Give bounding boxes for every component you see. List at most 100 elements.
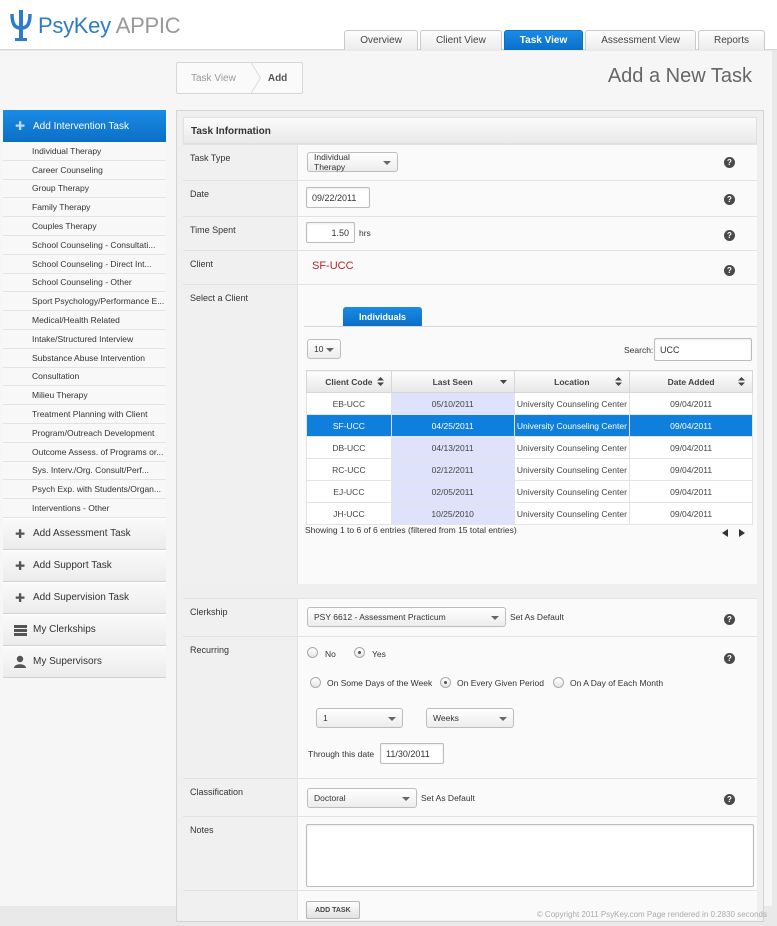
row-recurring: Recurring No Yes ? On Some Days of the W… bbox=[183, 636, 757, 778]
tab-individuals[interactable]: Individuals bbox=[343, 307, 422, 326]
row-task-type: Task Type Individual Therapy ? bbox=[183, 144, 757, 180]
sidebar: ✚ Add Intervention Task Individual Thera… bbox=[3, 110, 166, 678]
help-icon[interactable]: ? bbox=[724, 230, 735, 241]
sidebar-subitem[interactable]: Sport Psychology/Performance E... bbox=[3, 292, 166, 312]
sidebar-subitem[interactable]: Medical/Health Related bbox=[3, 311, 166, 330]
table-row[interactable]: DB-UCC 04/13/2011 University Counseling … bbox=[306, 436, 753, 459]
recurring-no-label: No bbox=[325, 649, 336, 659]
sidebar-item-my-supervisors[interactable]: My Supervisors bbox=[3, 645, 166, 678]
prev-page-icon[interactable] bbox=[722, 529, 728, 537]
cell-location: University Counseling Center bbox=[513, 502, 631, 525]
sidebar-subitem[interactable]: Outcome Assess. of Programs or... bbox=[3, 442, 166, 462]
clerkship-set-default-link[interactable]: Set As Default bbox=[510, 612, 564, 622]
sidebar-subitem[interactable]: Group Therapy bbox=[3, 179, 166, 199]
sort-desc-icon bbox=[499, 380, 507, 384]
sidebar-item-my-clerkships[interactable]: My Clerkships bbox=[3, 613, 166, 646]
sidebar-subitem[interactable]: Milieu Therapy bbox=[3, 386, 166, 406]
help-icon[interactable]: ? bbox=[724, 265, 735, 276]
row-select-client: Select a Client Individuals 10 Search: U… bbox=[183, 284, 757, 584]
cell-client-code: EJ-UCC bbox=[306, 480, 392, 503]
sidebar-item-label: Add Supervision Task bbox=[33, 592, 129, 604]
clerkship-select[interactable]: PSY 6612 - Assessment Practicum bbox=[307, 607, 506, 627]
cell-location: University Counseling Center bbox=[513, 480, 631, 503]
table-row[interactable]: RC-UCC 02/12/2011 University Counseling … bbox=[306, 458, 753, 481]
sidebar-subitem[interactable]: Psych Exp. with Students/Organ... bbox=[3, 480, 166, 500]
sidebar-subitem[interactable]: Sys. Interv./Org. Consult/Perf... bbox=[3, 461, 166, 481]
notes-textarea[interactable] bbox=[306, 824, 754, 887]
task-type-select[interactable]: Individual Therapy bbox=[307, 152, 398, 172]
tab-overview[interactable]: Overview bbox=[344, 30, 418, 50]
client-value: SF-UCC bbox=[312, 260, 354, 272]
recurring-yes-radio[interactable] bbox=[354, 647, 365, 658]
col-location[interactable]: Location bbox=[513, 370, 631, 393]
stack-icon bbox=[13, 623, 27, 637]
date-input[interactable]: 09/22/2011 bbox=[306, 187, 370, 208]
sort-both-icon bbox=[376, 377, 384, 386]
sidebar-subitem[interactable]: Family Therapy bbox=[3, 198, 166, 218]
cell-last-seen: 10/25/2010 bbox=[390, 502, 515, 525]
page-size-select[interactable]: 10 bbox=[307, 339, 341, 359]
sidebar-subitem[interactable]: Treatment Planning with Client bbox=[3, 405, 166, 424]
sidebar-subitem[interactable]: Career Counseling bbox=[3, 160, 166, 180]
plus-icon: ✚ bbox=[14, 590, 26, 605]
help-icon[interactable]: ? bbox=[724, 614, 735, 625]
tab-task-view[interactable]: Task View bbox=[503, 30, 584, 50]
opt-every-period-radio[interactable] bbox=[440, 677, 451, 688]
cell-client-code: RC-UCC bbox=[306, 458, 392, 481]
sidebar-item-label: Add Intervention Task bbox=[33, 120, 129, 132]
tab-assessment-view[interactable]: Assessment View bbox=[585, 30, 696, 50]
sort-both-icon bbox=[615, 377, 623, 386]
classification-set-default-link[interactable]: Set As Default bbox=[421, 793, 475, 803]
help-icon[interactable]: ? bbox=[724, 653, 735, 664]
sidebar-item-add-supervision-task[interactable]: ✚ Add Supervision Task bbox=[3, 581, 166, 614]
table-info: Showing 1 to 6 of 6 entries (filtered fr… bbox=[305, 525, 517, 535]
through-date-input[interactable]: 11/30/2011 bbox=[380, 743, 444, 764]
row-classification: Classification Doctoral Set As Default ? bbox=[183, 778, 757, 816]
col-last-seen[interactable]: Last Seen bbox=[390, 370, 515, 393]
sidebar-subitem[interactable]: Intake/Structured Interview bbox=[3, 329, 166, 349]
help-icon[interactable]: ? bbox=[724, 194, 735, 205]
sidebar-subitem[interactable]: School Counseling - Other bbox=[3, 273, 166, 293]
help-icon[interactable]: ? bbox=[724, 794, 735, 805]
footer-copyright: © Copyright 2011 PsyKey.com Page rendere… bbox=[536, 910, 767, 919]
time-spent-label: Time Spent bbox=[183, 217, 298, 250]
sidebar-subitem[interactable]: Program/Outreach Development bbox=[3, 423, 166, 443]
sidebar-item-add-intervention-task[interactable]: ✚ Add Intervention Task bbox=[3, 110, 166, 142]
breadcrumb-current: Add bbox=[267, 72, 288, 84]
opt-some-days-radio[interactable] bbox=[310, 677, 321, 688]
tab-reports[interactable]: Reports bbox=[697, 30, 765, 50]
sidebar-item-label: Add Assessment Task bbox=[33, 528, 131, 540]
search-input[interactable]: UCC bbox=[654, 338, 752, 361]
help-icon[interactable]: ? bbox=[724, 157, 735, 168]
form-title: Task Information bbox=[183, 117, 757, 144]
sidebar-subitem[interactable]: School Counseling - Direct Int... bbox=[3, 254, 166, 274]
sidebar-subitem[interactable]: Couples Therapy bbox=[3, 217, 166, 236]
add-task-button[interactable]: ADD TASK bbox=[306, 901, 360, 919]
tab-client-view[interactable]: Client View bbox=[419, 30, 502, 50]
classification-select[interactable]: Doctoral bbox=[307, 788, 417, 808]
breadcrumb-task-view[interactable]: Task View bbox=[177, 63, 250, 93]
logo[interactable]: PsyKey APPIC bbox=[8, 8, 181, 44]
table-row[interactable]: JH-UCC 10/25/2010 University Counseling … bbox=[306, 502, 753, 525]
sidebar-subitem[interactable]: Consultation bbox=[3, 367, 166, 387]
recurring-no-radio[interactable] bbox=[307, 647, 318, 658]
opt-day-each-month-radio[interactable] bbox=[553, 677, 564, 688]
sidebar-item-add-support-task[interactable]: ✚ Add Support Task bbox=[3, 549, 166, 582]
col-date-added[interactable]: Date Added bbox=[629, 370, 753, 393]
cell-client-code: SF-UCC bbox=[306, 414, 392, 437]
col-client-code[interactable]: Client Code bbox=[306, 370, 392, 393]
date-label: Date bbox=[183, 181, 298, 216]
sidebar-subitem[interactable]: Interventions - Other bbox=[3, 499, 166, 518]
sidebar-item-add-assessment-task[interactable]: ✚ Add Assessment Task bbox=[3, 517, 166, 550]
next-page-icon[interactable] bbox=[739, 529, 745, 537]
sidebar-subitem[interactable]: Substance Abuse Intervention bbox=[3, 348, 166, 368]
brand-name: PsyKey APPIC bbox=[38, 13, 181, 38]
table-row[interactable]: EB-UCC 05/10/2011 University Counseling … bbox=[306, 392, 753, 415]
sidebar-subitem[interactable]: Individual Therapy bbox=[3, 142, 166, 161]
table-row[interactable]: EJ-UCC 02/05/2011 University Counseling … bbox=[306, 480, 753, 503]
sidebar-subitem[interactable]: School Counseling - Consultati... bbox=[3, 235, 166, 255]
time-spent-input[interactable]: 1.50 bbox=[306, 222, 355, 243]
recurrence-count-select[interactable]: 1 bbox=[316, 708, 403, 728]
recurrence-period-select[interactable]: Weeks bbox=[426, 708, 514, 728]
table-row-selected[interactable]: SF-UCC 04/25/2011 University Counseling … bbox=[306, 414, 753, 437]
